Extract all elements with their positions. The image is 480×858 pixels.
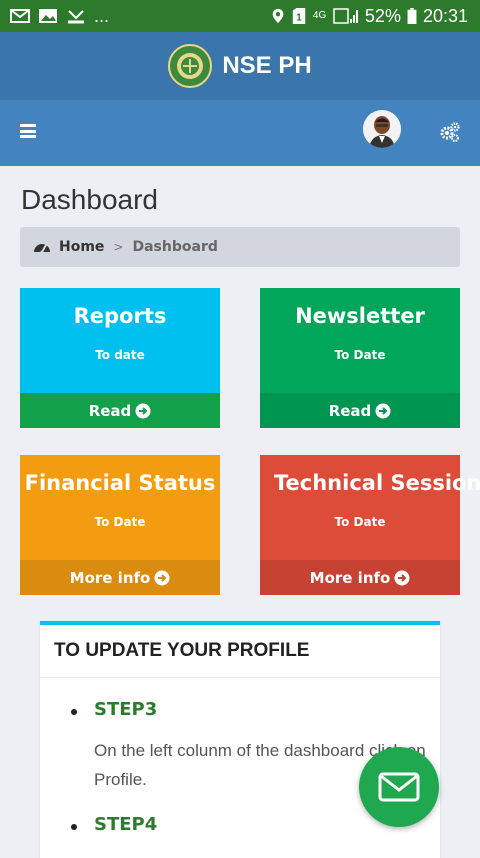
missed-call-icon xyxy=(68,10,84,24)
settings-gears-icon[interactable] xyxy=(438,120,462,144)
breadcrumb-home[interactable]: Home xyxy=(33,239,104,255)
bullet-icon xyxy=(71,824,77,830)
card-title: Newsletter xyxy=(295,304,425,328)
app-header: NSE PH xyxy=(0,32,480,100)
arrow-circle-right-icon xyxy=(375,403,391,418)
profile-heading: TO UPDATE YOUR PROFILE xyxy=(40,625,440,678)
card-subtitle: To Date xyxy=(94,515,146,529)
card-title: Financial Status xyxy=(24,471,216,495)
technical-session-card: Technical Session To Date More info xyxy=(260,455,480,595)
technical-more-info-link[interactable]: More info xyxy=(260,560,460,595)
envelope-icon xyxy=(378,772,420,802)
card-subtitle: To Date xyxy=(334,515,386,529)
clock: 20:31 xyxy=(422,5,468,26)
user-avatar[interactable] xyxy=(363,110,401,148)
financial-status-card: Financial Status To Date More info xyxy=(20,455,220,595)
breadcrumb-current: Dashboard xyxy=(132,239,218,255)
card-footer-label: More info xyxy=(309,568,391,587)
message-fab-button[interactable] xyxy=(359,747,439,827)
card-footer-label: More info xyxy=(69,568,151,587)
svg-text:1: 1 xyxy=(296,12,302,23)
card-footer-label: Read xyxy=(88,401,132,420)
card-subtitle: To date xyxy=(95,348,145,362)
financial-more-info-link[interactable]: More info xyxy=(20,560,220,595)
brand-name: NSE PH xyxy=(222,52,312,79)
battery-percent: 52% xyxy=(364,5,401,26)
arrow-circle-right-icon xyxy=(394,570,410,585)
reports-read-link[interactable]: Read xyxy=(20,393,220,428)
status-overflow: ... xyxy=(94,5,110,26)
arrow-circle-right-icon xyxy=(154,570,170,585)
breadcrumb-home-label: Home xyxy=(59,239,105,255)
dashboard-icon xyxy=(34,244,50,254)
mail-icon xyxy=(10,9,30,23)
signal-icon xyxy=(333,8,358,24)
arrow-circle-right-icon xyxy=(135,403,151,418)
navbar xyxy=(0,100,480,166)
reports-card: Reports To date Read xyxy=(20,288,220,428)
sim-icon: 1 xyxy=(292,8,306,24)
page-title: Dashboard xyxy=(21,184,158,215)
bullet-icon xyxy=(71,709,77,715)
battery-icon xyxy=(407,8,417,24)
breadcrumb-separator: > xyxy=(113,240,124,254)
card-footer-label: Read xyxy=(328,401,372,420)
step-title: STEP4 xyxy=(94,814,158,835)
network-icon: 4G xyxy=(312,10,327,21)
newsletter-read-link[interactable]: Read xyxy=(260,393,460,428)
card-title: Technical Session xyxy=(274,471,480,495)
image-icon xyxy=(39,9,57,23)
step-title: STEP3 xyxy=(94,699,158,720)
status-bar: ... 1 4G 52% 20:31 xyxy=(0,0,480,32)
logo-icon xyxy=(168,44,213,88)
card-title: Reports xyxy=(73,304,167,328)
breadcrumb: Home > Dashboard xyxy=(20,227,460,267)
card-subtitle: To Date xyxy=(334,348,386,362)
menu-toggle-icon[interactable] xyxy=(20,124,36,138)
location-icon xyxy=(272,8,284,24)
newsletter-card: Newsletter To Date Read xyxy=(260,288,460,428)
